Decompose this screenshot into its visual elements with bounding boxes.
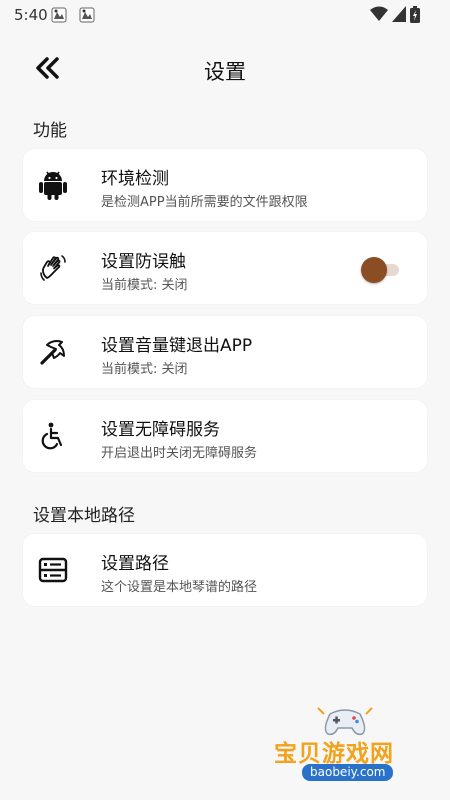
android-icon [35,167,71,203]
section-title-functions: 功能 [33,121,67,141]
battery-icon [410,5,420,27]
watermark-url: baobeiy.com [302,764,394,781]
setting-title: 设置音量键退出APP [101,336,253,356]
setting-path[interactable]: 设置路径 这个设置是本地琴谱的路径 [23,534,427,606]
setting-subtitle: 开启退出时关闭无障碍服务 [101,446,258,461]
pickaxe-icon [35,334,71,370]
status-time: 5:40 [14,6,48,24]
setting-title: 设置无障碍服务 [101,420,220,440]
app-bar: 设置 [0,44,450,94]
signal-icon [392,6,406,26]
setting-subtitle: 是检测APP当前所需要的文件跟权限 [101,195,308,210]
anti-mistouch-toggle[interactable] [361,257,401,283]
setting-environment-check[interactable]: 环境检测 是检测APP当前所需要的文件跟权限 [23,149,427,221]
setting-title: 设置路径 [101,554,169,574]
watermark-logo: 宝贝游戏网 baobeiy.com [270,700,420,795]
status-bar: 5:40 [0,0,450,32]
setting-subtitle: 这个设置是本地琴谱的路径 [101,580,258,595]
setting-anti-mistouch[interactable]: 设置防误触 当前模式: 关闭 [23,232,427,304]
section-title-local-path: 设置本地路径 [33,506,135,526]
watermark-title: 宝贝游戏网 [274,741,394,767]
setting-subtitle: 当前模式: 关闭 [101,362,188,377]
toggle-thumb [361,257,387,283]
setting-title: 设置防误触 [101,252,186,272]
notification-icon [50,6,68,24]
setting-title: 环境检测 [101,169,169,189]
accessibility-icon [35,418,71,454]
setting-volume-key-exit[interactable]: 设置音量键退出APP 当前模式: 关闭 [23,316,427,388]
storage-icon [35,552,71,588]
page-title: 设置 [204,60,246,84]
setting-accessibility-service[interactable]: 设置无障碍服务 开启退出时关闭无障碍服务 [23,400,427,472]
hand-wave-icon [35,250,71,286]
notification-icon [78,6,96,24]
setting-subtitle: 当前模式: 关闭 [101,278,188,293]
wifi-icon [370,6,388,26]
